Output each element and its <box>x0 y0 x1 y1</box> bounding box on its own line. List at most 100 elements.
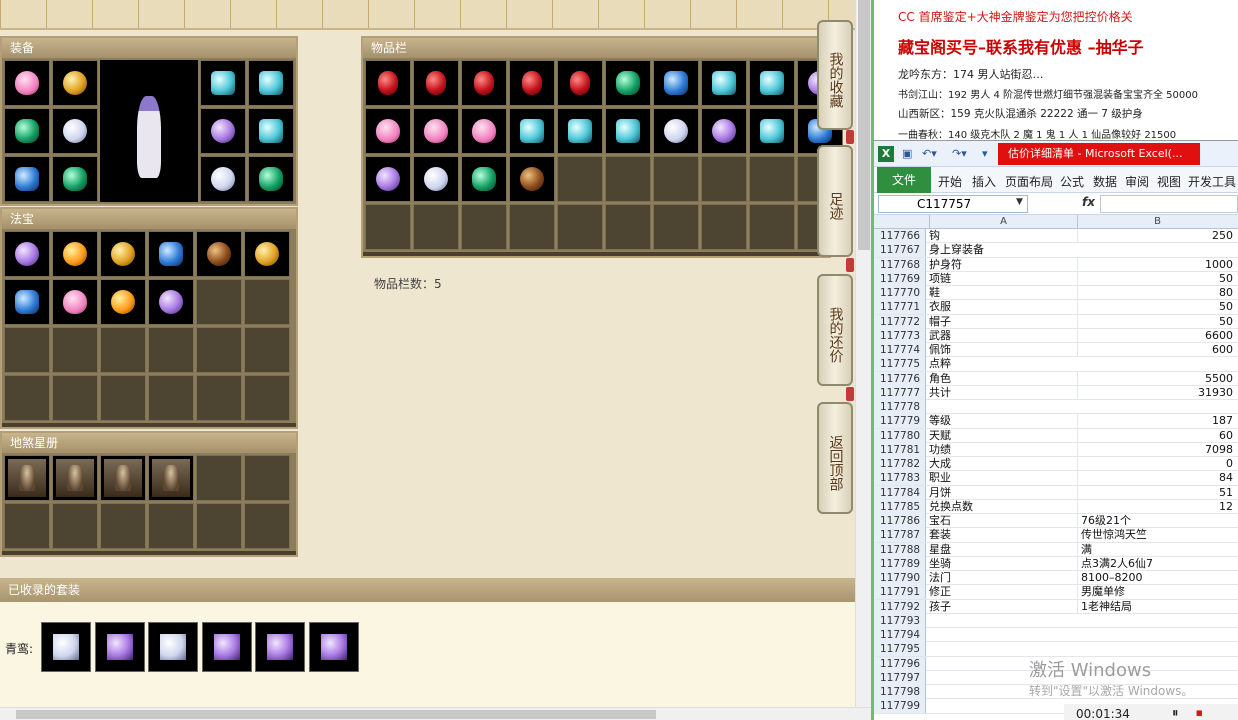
bag-slot[interactable] <box>509 108 555 154</box>
cell-a[interactable]: 职业 <box>929 471 1077 485</box>
fabao-slot[interactable] <box>4 279 50 325</box>
cell-b[interactable]: 76级21个 <box>1077 514 1237 528</box>
bag-slot[interactable] <box>701 204 747 250</box>
bag-slot[interactable] <box>557 204 603 250</box>
cell-a[interactable]: 功绩 <box>929 443 1077 457</box>
fabao-slot[interactable] <box>196 327 242 373</box>
equip-slot[interactable] <box>200 60 246 106</box>
row-number[interactable]: 117785 <box>874 499 926 514</box>
equip-slot[interactable] <box>4 60 50 106</box>
bag-slot[interactable] <box>605 204 651 250</box>
disha-slot[interactable] <box>148 503 194 549</box>
cell-a[interactable]: 大成 <box>929 457 1077 471</box>
disha-slot[interactable] <box>100 455 146 501</box>
bag-slot[interactable] <box>461 108 507 154</box>
formula-input[interactable] <box>1100 195 1238 213</box>
cell-a[interactable]: 坐骑 <box>929 557 1077 571</box>
bag-slot[interactable] <box>461 60 507 106</box>
bag-slot[interactable] <box>653 156 699 202</box>
row-number[interactable]: 117784 <box>874 485 926 500</box>
bag-slot[interactable] <box>557 108 603 154</box>
fabao-slot[interactable] <box>244 327 290 373</box>
pause-icon[interactable]: ⏸ <box>1172 706 1179 720</box>
row-number[interactable]: 117766 <box>874 229 926 243</box>
cell-a[interactable]: 衣服 <box>929 300 1077 314</box>
disha-slot[interactable] <box>52 503 98 549</box>
cell-b[interactable]: 600 <box>1077 343 1237 357</box>
fabao-slot[interactable] <box>52 231 98 277</box>
cell-b[interactable]: 5500 <box>1077 371 1237 386</box>
disha-slot[interactable] <box>4 503 50 549</box>
fabao-slot[interactable] <box>196 231 242 277</box>
cell-b[interactable]: 8100–8200 <box>1077 571 1237 585</box>
disha-slot[interactable] <box>4 455 50 501</box>
bag-slot[interactable] <box>509 204 555 250</box>
cell-a[interactable]: 兑换点数 <box>929 500 1077 514</box>
cell-b[interactable]: 1000 <box>1077 257 1237 272</box>
row-number[interactable]: 117788 <box>874 542 926 557</box>
bag-slot[interactable] <box>749 204 795 250</box>
column-b-header[interactable]: B <box>1077 215 1237 229</box>
row-number[interactable]: 117774 <box>874 343 926 357</box>
bag-slot[interactable] <box>605 108 651 154</box>
cell-b[interactable]: 点3满2人6仙7 <box>1077 556 1237 571</box>
suit-piece[interactable] <box>41 622 91 672</box>
row-number[interactable]: 117795 <box>874 642 926 657</box>
page-vertical-scrollbar[interactable] <box>855 0 871 707</box>
fabao-slot[interactable] <box>52 279 98 325</box>
cell-b[interactable]: 6600 <box>1077 328 1237 343</box>
redo-icon[interactable]: ↷▾ <box>952 147 967 160</box>
fabao-slot[interactable] <box>100 327 146 373</box>
row-number[interactable]: 117772 <box>874 314 926 329</box>
bag-slot[interactable] <box>749 60 795 106</box>
horizontal-scroll-thumb[interactable] <box>16 710 656 719</box>
bag-slot[interactable] <box>365 108 411 154</box>
cell-b[interactable]: 31930 <box>1077 385 1237 400</box>
row-number[interactable]: 117775 <box>874 357 926 372</box>
my-counteroffer-button[interactable]: 我的还价 <box>817 274 853 386</box>
column-a-header[interactable]: A <box>929 215 1077 229</box>
bag-slot[interactable] <box>365 60 411 106</box>
tab-view[interactable]: 视图 <box>1157 173 1181 190</box>
bag-slot[interactable] <box>701 156 747 202</box>
page-horizontal-scrollbar[interactable] <box>0 707 871 720</box>
cell-a[interactable]: 鞋 <box>929 286 1077 300</box>
fabao-slot[interactable] <box>52 375 98 421</box>
equip-slot[interactable] <box>52 156 98 202</box>
bag-slot[interactable] <box>509 60 555 106</box>
bag-slot[interactable] <box>461 204 507 250</box>
equip-slot[interactable] <box>248 60 294 106</box>
cell-b[interactable]: 1老神结局 <box>1077 599 1237 614</box>
tab-page-layout[interactable]: 页面布局 <box>1005 173 1053 190</box>
disha-slot[interactable] <box>52 455 98 501</box>
equip-slot[interactable] <box>52 60 98 106</box>
equip-slot[interactable] <box>52 108 98 154</box>
fabao-slot[interactable] <box>148 279 194 325</box>
bag-slot[interactable] <box>365 204 411 250</box>
vertical-scroll-thumb[interactable] <box>858 0 870 250</box>
row-number[interactable]: 117767 <box>874 243 926 258</box>
bag-slot[interactable] <box>701 60 747 106</box>
equip-slot[interactable] <box>200 108 246 154</box>
cell-a[interactable]: 等级 <box>929 414 1077 428</box>
row-number[interactable]: 117781 <box>874 442 926 457</box>
cell-b[interactable]: 84 <box>1077 471 1237 486</box>
cell-a[interactable]: 月饼 <box>929 486 1077 500</box>
equip-slot[interactable] <box>248 156 294 202</box>
row-number[interactable]: 117783 <box>874 471 926 486</box>
cell-b[interactable]: 传世惊鸿天竺 <box>1077 528 1237 543</box>
equip-slot[interactable] <box>248 108 294 154</box>
row-number[interactable]: 117771 <box>874 300 926 315</box>
cell-b[interactable]: 50 <box>1077 300 1237 315</box>
fabao-slot[interactable] <box>4 327 50 373</box>
row-number[interactable]: 117790 <box>874 571 926 585</box>
cell-a[interactable]: 修正 <box>929 585 1077 599</box>
cell-b[interactable]: 60 <box>1077 428 1237 443</box>
cell-b[interactable]: 51 <box>1077 485 1237 500</box>
bag-slot[interactable] <box>413 108 459 154</box>
cell-b[interactable]: 50 <box>1077 271 1237 286</box>
name-box[interactable]: C117757 <box>878 195 1028 213</box>
bag-slot[interactable] <box>701 108 747 154</box>
tab-data[interactable]: 数据 <box>1093 173 1117 190</box>
cell-b[interactable]: 满 <box>1077 542 1237 557</box>
